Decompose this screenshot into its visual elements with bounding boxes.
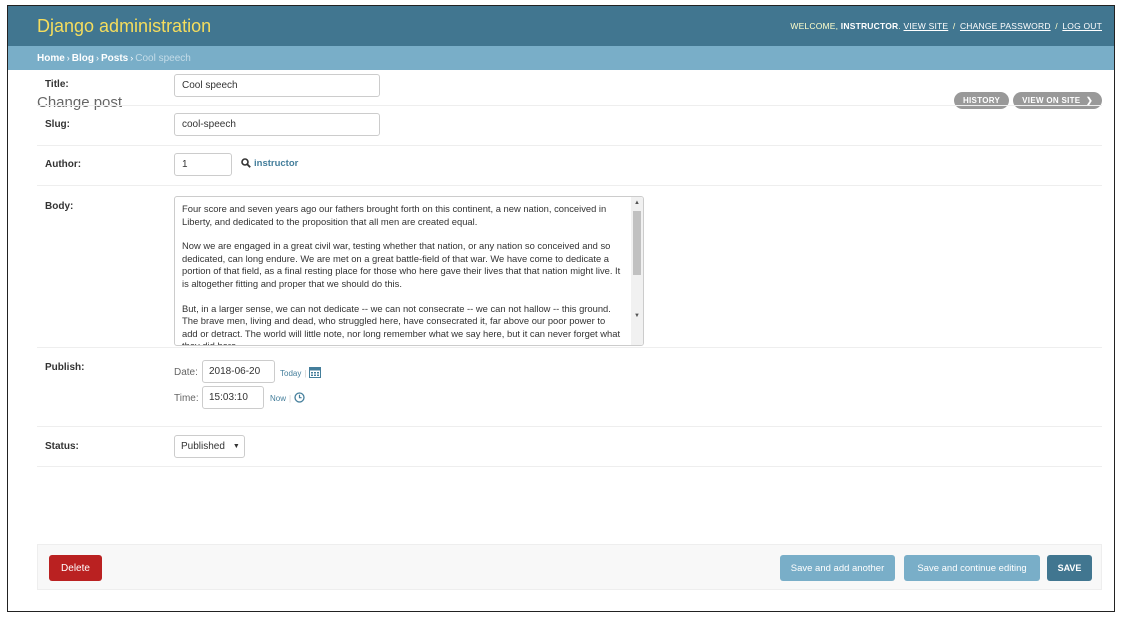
date-shortcuts: Today |: [280, 366, 322, 380]
breadcrumb-separator: ›: [66, 53, 70, 63]
submit-row: Delete Save and add another Save and con…: [37, 544, 1102, 590]
delete-button[interactable]: Delete: [49, 555, 102, 581]
date-input[interactable]: 2018-06-20: [202, 360, 275, 383]
separator: /: [1055, 21, 1058, 31]
field-row-slug: Slug: cool-speech: [37, 106, 1102, 146]
body-scrollbar[interactable]: ▲ ▼: [631, 197, 643, 345]
search-icon[interactable]: [241, 158, 251, 171]
title-input[interactable]: Cool speech: [174, 74, 380, 97]
body-textarea[interactable]: Four score and seven years ago our fathe…: [174, 196, 644, 346]
scroll-up-icon[interactable]: ▲: [631, 200, 643, 206]
field-row-author: Author: 1 instructor: [37, 146, 1102, 186]
field-row-body: Body: Four score and seven years ago our…: [37, 186, 1102, 348]
shortcut-separator: |: [304, 368, 307, 378]
clock-icon[interactable]: [294, 392, 305, 405]
welcome-text: Welcome,: [790, 21, 839, 31]
breadcrumb-blog[interactable]: Blog: [72, 53, 94, 64]
username: instructor: [840, 21, 899, 31]
breadcrumb-separator: ›: [96, 53, 100, 63]
browser-frame: Django administration Welcome, instructo…: [7, 5, 1115, 612]
change-form: Title: Cool speech Slug: cool-speech Aut…: [37, 66, 1102, 467]
separator: /: [952, 21, 956, 31]
calendar-icon[interactable]: [309, 366, 322, 380]
field-row-title: Title: Cool speech: [37, 66, 1102, 106]
time-shortcuts: Now |: [270, 392, 305, 405]
save-and-continue-button[interactable]: Save and continue editing: [904, 555, 1040, 581]
today-link[interactable]: Today: [280, 369, 301, 378]
body-paragraph: Four score and seven years ago our fathe…: [182, 203, 607, 227]
publish-label: Publish:: [45, 362, 85, 373]
user-tools: Welcome, instructor. View site / Change …: [790, 21, 1102, 31]
status-label: Status:: [45, 441, 79, 452]
change-password-link[interactable]: Change password: [960, 21, 1051, 31]
time-input[interactable]: 15:03:10: [202, 386, 264, 409]
view-site-link[interactable]: View site: [904, 21, 949, 31]
field-row-status: Status: Published ▼: [37, 427, 1102, 467]
author-label: Author:: [45, 159, 82, 170]
body-paragraph: Now we are engaged in a great civil war,…: [182, 240, 621, 289]
author-lookup-name[interactable]: instructor: [254, 158, 298, 169]
now-link[interactable]: Now: [270, 394, 286, 403]
scroll-down-icon[interactable]: ▼: [631, 313, 643, 319]
time-label: Time:: [174, 393, 199, 404]
breadcrumb-posts[interactable]: Posts: [101, 53, 128, 64]
breadcrumb-current: Cool speech: [135, 52, 191, 64]
slug-input[interactable]: cool-speech: [174, 113, 380, 136]
slug-label: Slug:: [45, 119, 70, 130]
author-id-input[interactable]: 1: [174, 153, 232, 176]
field-row-publish: Publish: Date: 2018-06-20 Today | Time: …: [37, 348, 1102, 427]
site-brand[interactable]: Django administration: [37, 16, 211, 37]
body-paragraph: But, in a larger sense, we can not dedic…: [182, 302, 621, 346]
save-and-add-another-button[interactable]: Save and add another: [780, 555, 895, 581]
scrollbar-thumb[interactable]: [633, 211, 641, 275]
save-button[interactable]: Save: [1047, 555, 1092, 581]
shortcut-separator: |: [289, 394, 292, 403]
body-text: Four score and seven years ago our fathe…: [175, 197, 643, 346]
status-selected-value: Published: [181, 441, 225, 452]
chevron-down-icon: ▼: [232, 443, 240, 450]
status-select[interactable]: Published ▼: [174, 435, 245, 458]
title-label: Title:: [45, 79, 69, 90]
breadcrumb-home[interactable]: Home: [37, 53, 65, 64]
log-out-link[interactable]: Log out: [1062, 21, 1102, 31]
header: Django administration Welcome, instructo…: [8, 6, 1114, 46]
date-label: Date:: [174, 367, 198, 378]
body-label: Body:: [45, 201, 74, 212]
breadcrumb-separator: ›: [130, 53, 134, 63]
